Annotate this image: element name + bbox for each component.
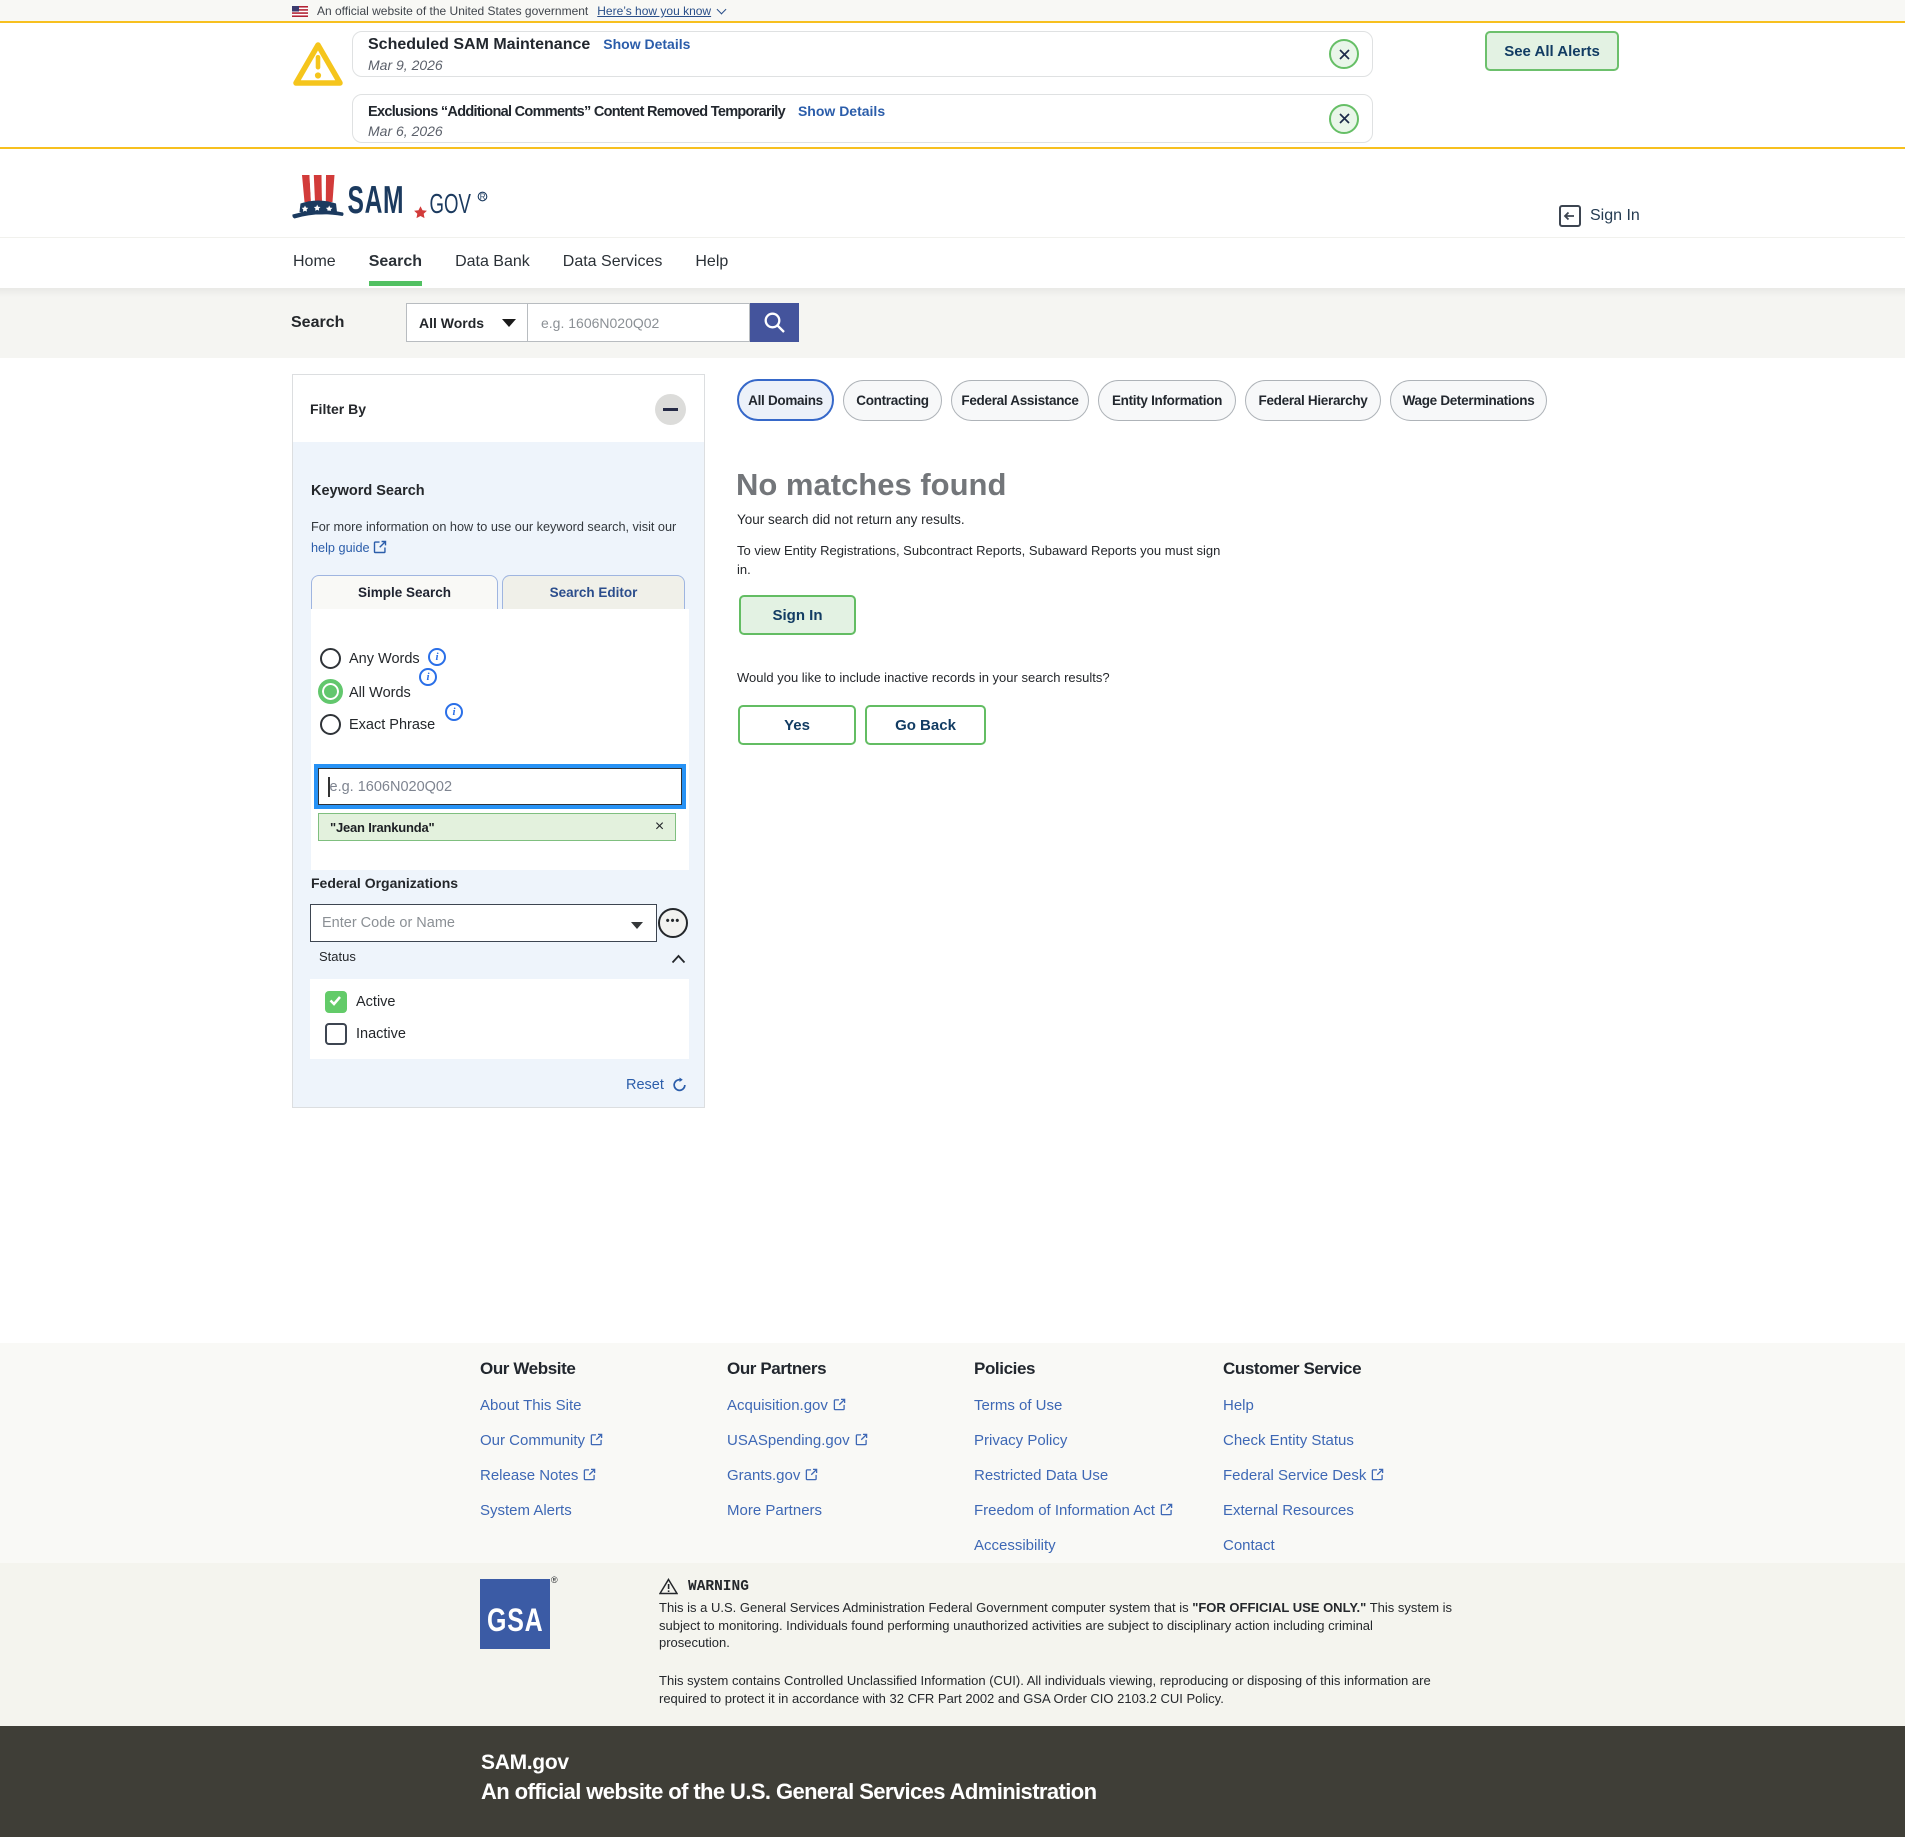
- svg-text:SAM: SAM: [348, 177, 405, 221]
- svg-text:®: ®: [551, 1575, 558, 1585]
- svg-text:GOV: GOV: [430, 188, 471, 220]
- svg-text:GSA: GSA: [487, 1603, 543, 1639]
- svg-text:R: R: [480, 193, 486, 202]
